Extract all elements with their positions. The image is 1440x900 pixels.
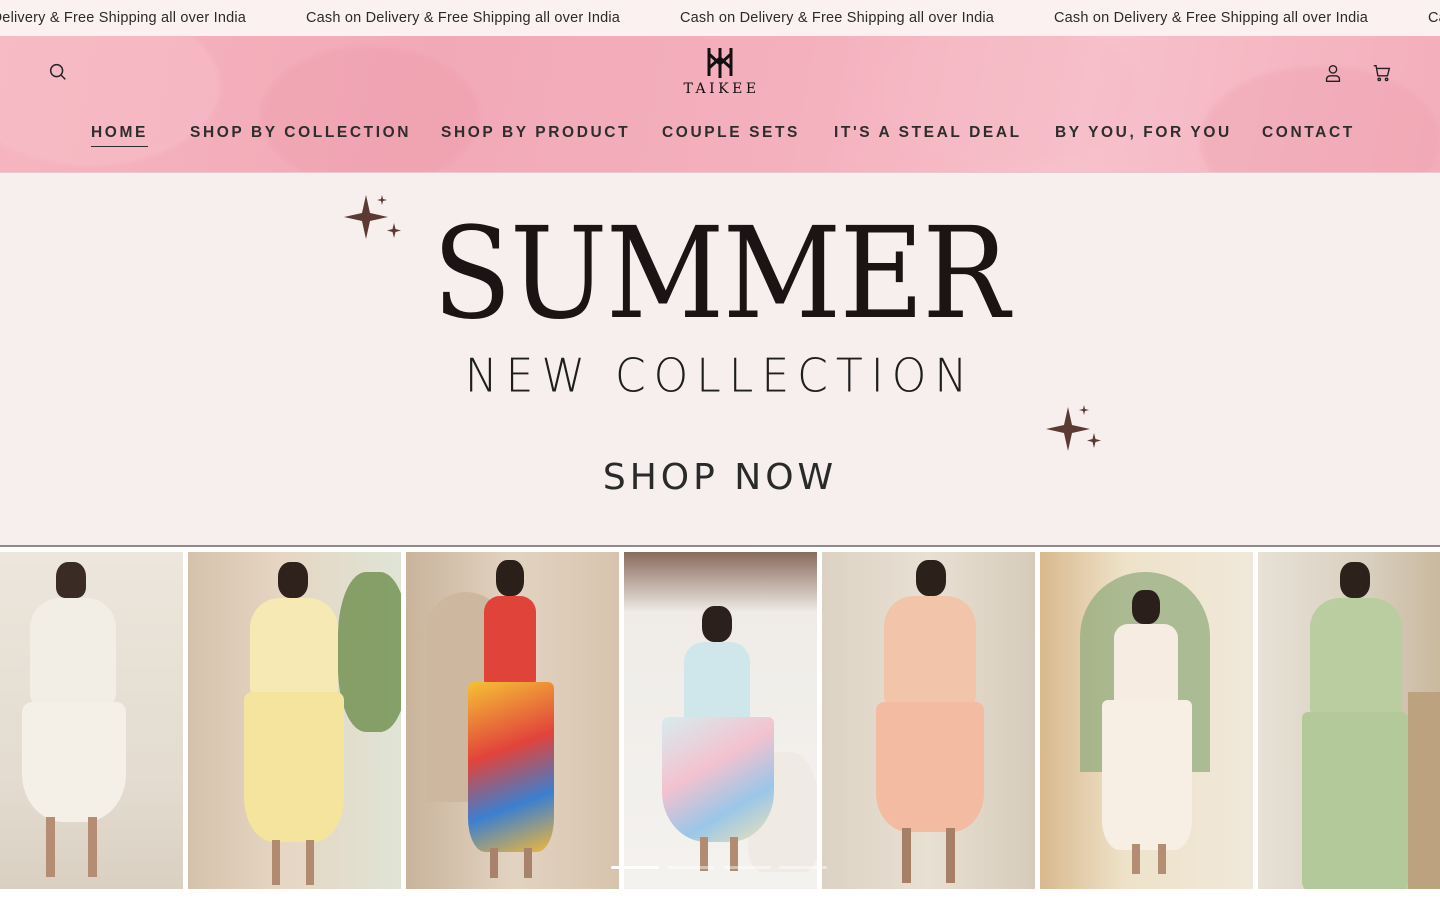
- hero-banner[interactable]: SUMMER NEW COLLECTION SHOP NOW: [0, 173, 1440, 545]
- announcement-text: Cash on Delivery & Free Shipping all ove…: [680, 10, 995, 26]
- announcement-track: Cash on Delivery & Free Shipping all ove…: [0, 0, 1440, 36]
- product-image-card[interactable]: [0, 552, 183, 889]
- announcement-text: Cash on Delivery & Free Shipping all ove…: [1428, 10, 1440, 26]
- nav-couple-sets[interactable]: COUPLE SETS: [662, 120, 800, 146]
- announcement-text: Cash on Delivery & Free Shipping all ove…: [0, 10, 247, 26]
- hero-title: SUMMER: [432, 200, 1009, 347]
- product-image-card[interactable]: [624, 552, 817, 889]
- product-image-card[interactable]: [406, 552, 619, 889]
- hero-subtitle: NEW COLLECTION: [464, 349, 976, 404]
- search-button[interactable]: [44, 58, 72, 86]
- header-watercolor: [260, 46, 480, 172]
- product-image-card[interactable]: [1040, 552, 1253, 889]
- nav-steal-deal[interactable]: IT'S A STEAL DEAL: [834, 120, 1022, 146]
- product-image-card[interactable]: [822, 552, 1035, 889]
- nav-shop-by-collection[interactable]: SHOP BY COLLECTION: [190, 120, 411, 146]
- product-image-card[interactable]: [1258, 552, 1440, 889]
- announcement-text: Cash on Delivery & Free Shipping all ove…: [306, 10, 621, 26]
- slider-dot[interactable]: [779, 866, 827, 869]
- product-gallery: [0, 547, 1440, 900]
- slider-dot-active[interactable]: [611, 866, 659, 869]
- site-header: TAIKEE HOME SHOP BY COLLECTION SHOP BY P…: [0, 36, 1440, 173]
- user-icon: [1325, 64, 1341, 82]
- slider-dot[interactable]: [667, 866, 715, 869]
- nav-contact[interactable]: CONTACT: [1262, 120, 1355, 146]
- nav-shop-by-product[interactable]: SHOP BY PRODUCT: [441, 120, 630, 146]
- main-nav: HOME SHOP BY COLLECTION SHOP BY PRODUCT …: [0, 120, 1440, 150]
- announcement-bar: Cash on Delivery & Free Shipping all ove…: [0, 0, 1440, 36]
- slider-pagination: [611, 866, 831, 869]
- account-button[interactable]: [1319, 59, 1347, 87]
- slider-dot[interactable]: [723, 866, 771, 869]
- brand-name: TAIKEE: [683, 81, 760, 97]
- nav-by-you-for-you[interactable]: BY YOU, FOR YOU: [1055, 120, 1232, 146]
- nav-home[interactable]: HOME: [91, 120, 148, 147]
- product-image-card[interactable]: [188, 552, 401, 889]
- logo-mark-icon: [707, 48, 733, 78]
- sparkle-icon: [1046, 405, 1101, 451]
- cart-icon: [1373, 64, 1391, 82]
- shop-now-button[interactable]: SHOP NOW: [0, 457, 1440, 498]
- cart-button[interactable]: [1368, 59, 1396, 87]
- announcement-text: Cash on Delivery & Free Shipping all ove…: [1054, 10, 1369, 26]
- search-icon: [49, 63, 66, 80]
- brand-logo[interactable]: TAIKEE: [670, 46, 770, 102]
